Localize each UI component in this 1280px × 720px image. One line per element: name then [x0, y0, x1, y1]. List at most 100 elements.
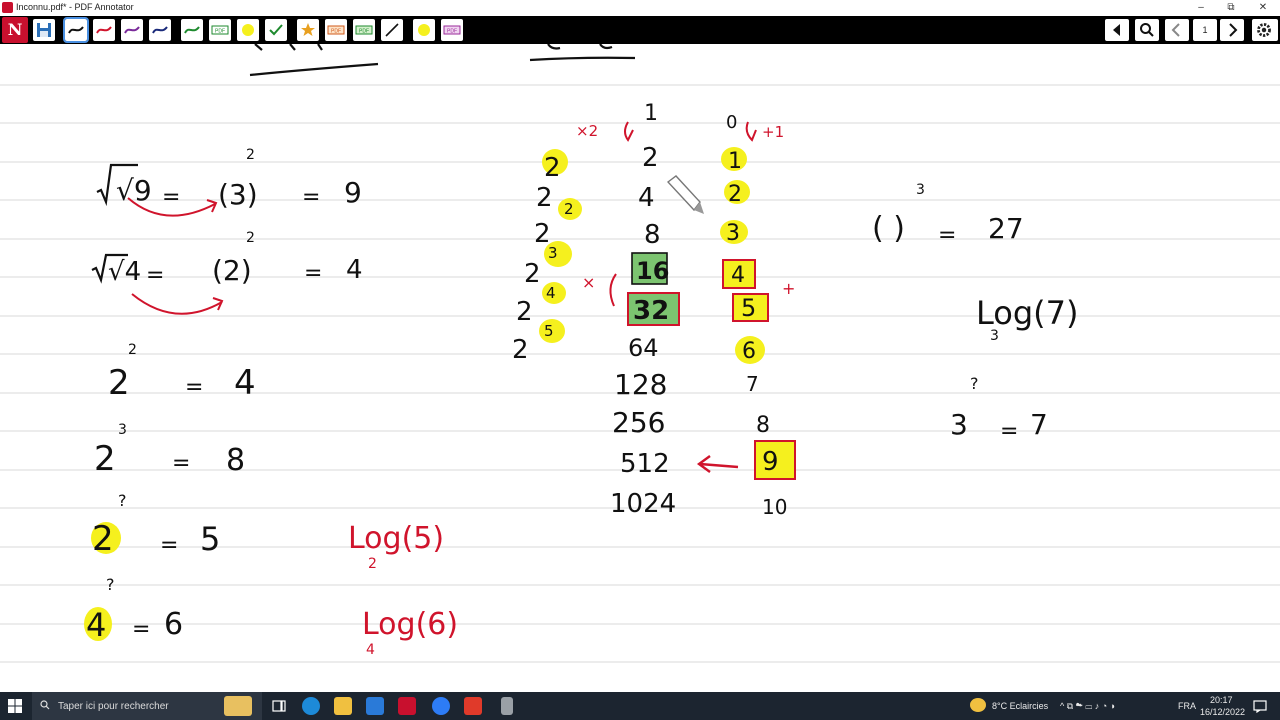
result: 9: [344, 176, 362, 209]
language-indicator[interactable]: FRA: [1178, 701, 1196, 711]
equals: =: [162, 185, 180, 210]
exponent-value: 8: [756, 413, 770, 438]
clock-time[interactable]: 20:17: [1210, 695, 1233, 705]
clock-date[interactable]: 16/12/2022: [1200, 707, 1245, 717]
exponent: 2: [246, 230, 255, 246]
zoom-app-icon[interactable]: [432, 697, 450, 715]
search-button[interactable]: [1135, 19, 1159, 41]
base-two: 2: [536, 183, 553, 213]
close-button[interactable]: ✕: [1248, 0, 1278, 16]
pdf-page-canvas[interactable]: √9 = (3) 2 = 9 √4 = (2) 2 = 4 2 2 = 4 2 …: [0, 44, 1280, 692]
pen-black-tool[interactable]: [63, 17, 89, 43]
power-2-2: 2 2 = 4: [108, 342, 256, 403]
equals: =: [146, 263, 164, 288]
exponent: ?: [106, 575, 115, 594]
gear-icon: [1257, 23, 1271, 37]
exponent-value: 10: [762, 495, 787, 519]
search-placeholder: Taper ici pour rechercher: [58, 701, 169, 712]
result: 6: [164, 607, 183, 642]
power-2-unknown: 2 ? = 5: [91, 491, 220, 559]
power-value: 4: [638, 183, 655, 213]
equals: =: [302, 185, 320, 210]
pen-stroke-icon: [184, 26, 200, 34]
highlight-dot-icon: [242, 24, 254, 36]
chevron-right-icon: [1229, 23, 1238, 37]
equals: =: [1000, 419, 1018, 444]
highlighter-yellow-2-tool[interactable]: [413, 19, 435, 41]
result: 27: [988, 212, 1024, 245]
pen-purple-tool[interactable]: [121, 19, 143, 41]
power-value: 32: [633, 296, 669, 326]
pen-navy-tool[interactable]: [149, 19, 171, 41]
plus-mark: +: [782, 279, 795, 298]
svg-text:PDF: PDF: [215, 29, 225, 35]
pdf-stamp-icon: PDF: [211, 25, 229, 35]
todo-app-icon[interactable]: [366, 697, 384, 715]
base: 3: [950, 408, 968, 441]
previous-document-button[interactable]: [1105, 19, 1129, 41]
red-loop-arrow: [624, 121, 634, 142]
search-highlight-icon: [224, 696, 252, 716]
result: 4: [234, 363, 256, 403]
base-two: 2: [524, 259, 541, 289]
stamp-tool[interactable]: PDF: [209, 19, 231, 41]
previous-page-button[interactable]: [1165, 19, 1189, 41]
radicand: √4: [108, 257, 141, 287]
stamp-orange-tool[interactable]: PDF: [325, 19, 347, 41]
paren-expr: (3): [218, 178, 258, 211]
notification-icon[interactable]: [1253, 699, 1267, 713]
exponent: 2: [246, 147, 255, 163]
task-view-icon[interactable]: [270, 697, 288, 715]
stamp-green-tool[interactable]: PDF: [353, 19, 375, 41]
windows-start-icon[interactable]: [8, 699, 22, 713]
exponent: ?: [970, 374, 979, 393]
pdf-annotator-taskbar-icon[interactable]: [398, 697, 416, 715]
taskbar-search-box[interactable]: Taper ici pour rechercher: [32, 692, 262, 720]
file-explorer-icon[interactable]: [334, 697, 352, 715]
result: 5: [200, 520, 220, 558]
result: 7: [1030, 408, 1048, 441]
maximize-button[interactable]: ⧉: [1216, 0, 1246, 16]
app-menu-button[interactable]: N: [2, 17, 28, 43]
exponent-value: 2: [728, 182, 742, 207]
base: 2: [92, 519, 114, 559]
checkmark-tool[interactable]: [265, 19, 287, 41]
stamp-purple-tool[interactable]: PDF: [441, 19, 463, 41]
equals: =: [938, 223, 956, 248]
pen-red-tool[interactable]: [93, 19, 115, 41]
save-icon: [37, 23, 51, 37]
chevron-left-icon: [1171, 23, 1180, 37]
power-value: 8: [644, 220, 661, 250]
tray-icons[interactable]: ^ ⧉ ☁ ▭ ♪ ◔ ◑: [1060, 701, 1115, 712]
minimize-button[interactable]: –: [1186, 0, 1216, 16]
weather-icon[interactable]: [970, 698, 986, 712]
base-two: 2: [512, 335, 529, 365]
equals: =: [304, 261, 322, 286]
cube-equation: ( ) 3 = 27: [872, 182, 1024, 248]
star-tool[interactable]: [297, 19, 319, 41]
page-number-field[interactable]: 1: [1193, 19, 1217, 41]
result: 8: [226, 443, 245, 478]
exponent-value: 6: [742, 339, 756, 364]
exponent-value: 7: [746, 372, 759, 396]
red-arrow-to-512: [699, 462, 739, 469]
result: 4: [346, 255, 363, 285]
save-button[interactable]: [33, 19, 55, 41]
equals: =: [185, 375, 203, 400]
base-two: 2: [516, 297, 533, 327]
line-tool[interactable]: [381, 19, 403, 41]
exponent: 2: [128, 342, 137, 358]
exponent-value: 0: [726, 112, 737, 133]
highlighter-yellow-tool[interactable]: [237, 19, 259, 41]
next-page-button[interactable]: [1220, 19, 1244, 41]
usb-device-icon[interactable]: [501, 697, 513, 715]
base: 2: [108, 363, 130, 403]
red-loop-arrow: [745, 121, 757, 142]
edge-browser-icon[interactable]: [302, 697, 320, 715]
base: 4: [86, 606, 106, 644]
base-two: 2: [544, 153, 561, 183]
camtasia-app-icon[interactable]: [464, 697, 482, 715]
weather-text[interactable]: 8°C Eclaircies: [992, 701, 1048, 711]
settings-button[interactable]: [1252, 19, 1278, 41]
pen-green-tool[interactable]: [181, 19, 203, 41]
